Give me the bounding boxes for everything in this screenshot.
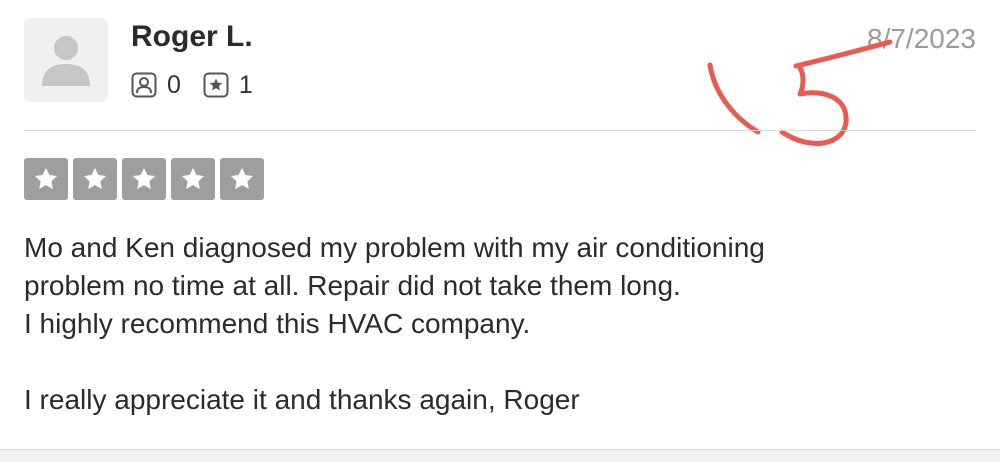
default-user-avatar-icon xyxy=(42,36,90,86)
review-text: Mo and Ken diagnosed my problem with my … xyxy=(24,229,974,419)
friends-count: 0 xyxy=(167,71,181,99)
user-stats: 0 1 xyxy=(131,68,253,102)
user-avatar[interactable] xyxy=(24,18,108,102)
star-icon xyxy=(230,167,254,190)
review-card: Roger L. 0 1 8/7/2023 Mo and Ken diagnos… xyxy=(0,0,1000,462)
star-5 xyxy=(220,158,264,200)
star-icon xyxy=(83,167,107,190)
bottom-divider xyxy=(0,449,1000,462)
star-2 xyxy=(73,158,117,200)
header-divider xyxy=(24,130,976,131)
star-4 xyxy=(171,158,215,200)
star-1 xyxy=(24,158,68,200)
review-text-line: problem no time at all. Repair did not t… xyxy=(24,270,681,301)
star-3 xyxy=(122,158,166,200)
review-text-line: I highly recommend this HVAC company. xyxy=(24,308,531,339)
review-text-line xyxy=(24,343,974,381)
review-date: 8/7/2023 xyxy=(867,23,976,54)
star-icon xyxy=(181,167,205,190)
user-name[interactable]: Roger L. xyxy=(131,19,253,55)
star-icon xyxy=(132,167,156,190)
reviews-count: 1 xyxy=(238,71,253,99)
star-icon xyxy=(34,167,58,190)
reviews-star-icon xyxy=(203,72,229,98)
star-rating xyxy=(24,158,264,200)
review-text-line: Mo and Ken diagnosed my problem with my … xyxy=(24,232,765,263)
review-text-line: I really appreciate it and thanks again,… xyxy=(24,384,580,415)
friends-icon xyxy=(131,72,157,98)
